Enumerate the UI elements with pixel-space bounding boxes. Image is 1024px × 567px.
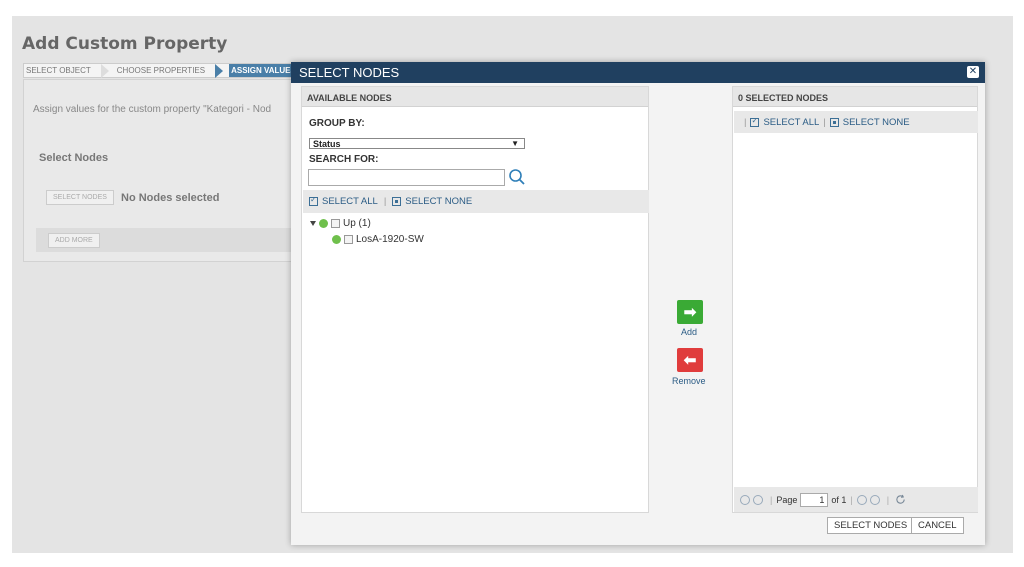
search-icon[interactable] [508, 168, 526, 186]
select-nodes-button[interactable]: SELECT NODES [827, 517, 915, 534]
select-none-link[interactable]: SELECT NONE [405, 196, 472, 207]
selected-select-bar: | SELECT ALL | SELECT NONE [734, 111, 978, 133]
available-nodes-panel: AVAILABLE NODES GROUP BY: Status ▼ SEARC… [301, 86, 649, 513]
add-button[interactable]: ➡ [677, 300, 703, 324]
wizard-step-choose-properties[interactable]: CHOOSE PROPERTIES [115, 64, 215, 77]
dialog-body: AVAILABLE NODES GROUP BY: Status ▼ SEARC… [291, 83, 985, 545]
no-nodes-text: No Nodes selected [121, 192, 220, 204]
next-page-icon[interactable] [856, 494, 867, 505]
page-number-input[interactable]: 1 [800, 492, 829, 507]
add-more-button[interactable]: ADD MORE [48, 233, 100, 248]
assign-description: Assign values for the custom property "K… [33, 104, 272, 115]
tree-node-row[interactable]: LosA-1920-SW [332, 234, 424, 245]
step-arrow-icon [215, 64, 224, 78]
node-checkbox[interactable] [344, 235, 353, 244]
select-nodes-heading: Select Nodes [39, 152, 109, 164]
expand-triangle-icon[interactable] [310, 221, 316, 226]
remove-button[interactable]: ⬅ [677, 348, 703, 372]
tree-node-label: LosA-1920-SW [356, 234, 424, 245]
tree-group-up[interactable]: Up (1) [310, 218, 371, 229]
selected-nodes-header: 0 SELECTED NODES [733, 87, 977, 107]
select-none-icon [829, 117, 839, 127]
bg-select-nodes-button[interactable]: SELECT NODES [46, 190, 114, 205]
wizard-step-select-object[interactable]: SELECT OBJECT [24, 64, 101, 77]
select-nodes-dialog: SELECT NODES ✕ AVAILABLE NODES GROUP BY:… [291, 62, 985, 545]
search-input[interactable] [308, 169, 505, 186]
selected-select-all-link[interactable]: SELECT ALL [763, 117, 819, 128]
available-nodes-header: AVAILABLE NODES [302, 87, 648, 107]
step-arrow-icon [100, 64, 109, 78]
last-page-icon[interactable] [869, 494, 880, 505]
remove-label[interactable]: Remove [672, 376, 706, 386]
available-select-bar: SELECT ALL | SELECT NONE [303, 190, 649, 213]
group-by-label: GROUP BY: [309, 118, 365, 129]
page-label: Page [776, 494, 798, 505]
dialog-title: SELECT NODES [299, 65, 400, 80]
selected-nodes-panel: 0 SELECTED NODES | SELECT ALL | SELECT N… [732, 86, 978, 513]
page-of-label: of 1 [831, 494, 847, 505]
prev-page-icon[interactable] [753, 494, 763, 505]
tree-group-label: Up (1) [343, 218, 371, 229]
status-up-icon [319, 219, 328, 228]
refresh-icon[interactable] [895, 494, 906, 505]
select-all-link[interactable]: SELECT ALL [322, 196, 378, 207]
select-all-icon [309, 195, 318, 206]
page-title: Add Custom Property [22, 34, 228, 54]
add-label[interactable]: Add [681, 327, 697, 337]
select-none-icon [392, 197, 402, 206]
group-by-select[interactable]: Status ▼ [309, 138, 525, 149]
search-for-label: SEARCH FOR: [309, 154, 379, 165]
wizard-steps: SELECT OBJECT CHOOSE PROPERTIES ASSIGN V… [23, 63, 307, 78]
dropdown-caret-icon: ▼ [511, 139, 519, 148]
selected-select-none-link[interactable]: SELECT NONE [843, 117, 910, 128]
dialog-header: SELECT NODES ✕ [291, 62, 985, 83]
cancel-button[interactable]: CANCEL [911, 517, 964, 534]
group-checkbox[interactable] [331, 219, 340, 228]
close-icon[interactable]: ✕ [967, 66, 979, 78]
pager: | Page 1 of 1 | | [734, 487, 978, 512]
status-up-icon [332, 235, 341, 244]
select-all-icon [750, 116, 760, 127]
first-page-icon[interactable] [740, 494, 750, 505]
